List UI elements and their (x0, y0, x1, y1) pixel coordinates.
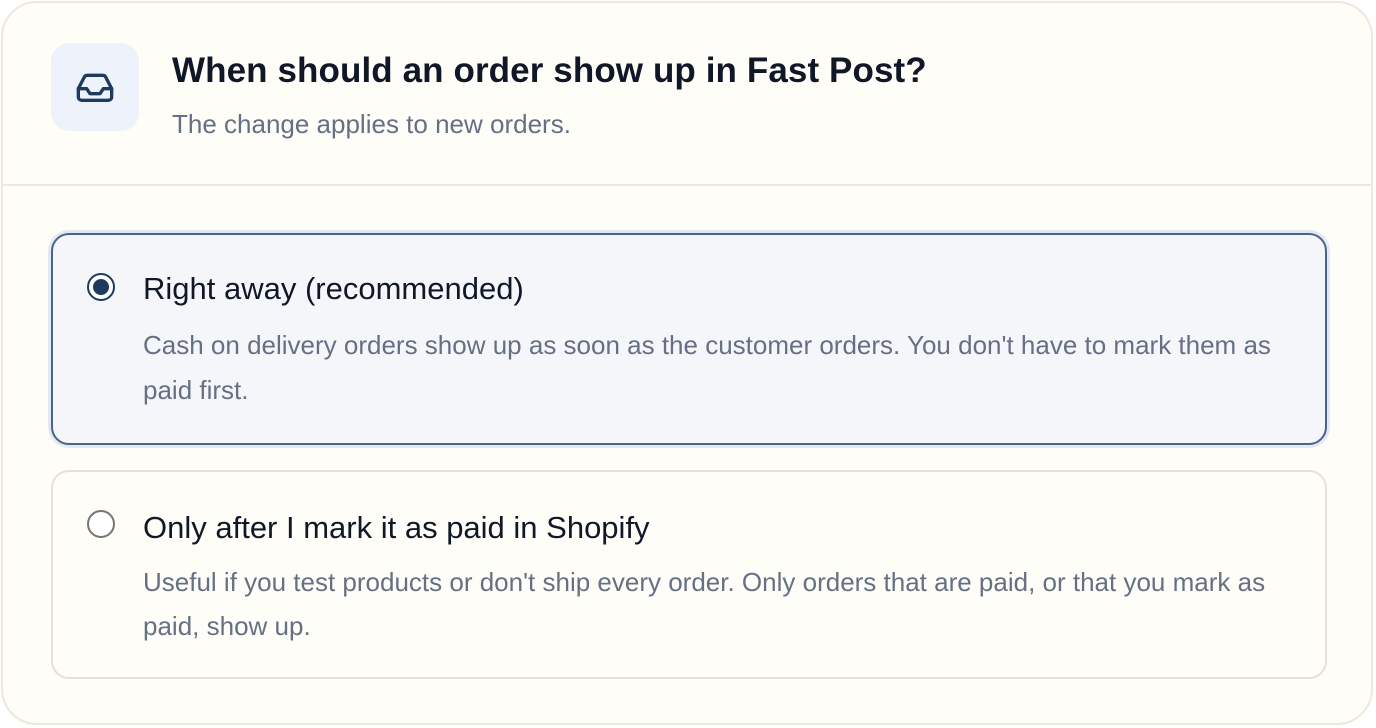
option-description: Cash on delivery orders show up as soon … (143, 330, 1271, 405)
radio-button-checked[interactable] (87, 273, 115, 301)
option-title: Right away (recommended) (143, 271, 524, 306)
inbox-icon (76, 73, 114, 103)
option-after-marked-paid[interactable]: Only after I mark it as paid in Shopify … (51, 470, 1327, 679)
radio-button-unchecked[interactable] (87, 510, 115, 538)
settings-card: When should an order show up in Fast Pos… (1, 1, 1373, 725)
page-subtitle: The change applies to new orders. (172, 109, 571, 139)
icon-tile (51, 43, 139, 131)
option-right-away[interactable]: Right away (recommended) Cash on deliver… (51, 233, 1327, 445)
card-header: When should an order show up in Fast Pos… (3, 3, 1371, 186)
option-description: Useful if you test products or don't shi… (143, 567, 1266, 641)
option-title: Only after I mark it as paid in Shopify (143, 510, 650, 545)
page-title: When should an order show up in Fast Pos… (172, 51, 927, 90)
